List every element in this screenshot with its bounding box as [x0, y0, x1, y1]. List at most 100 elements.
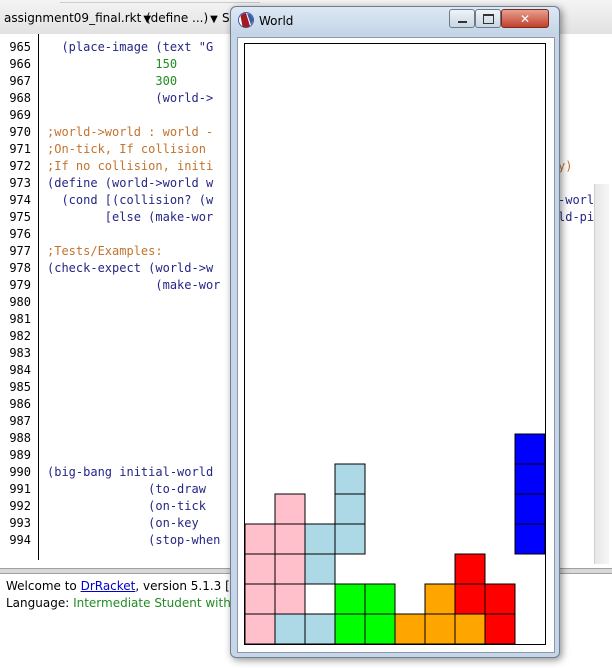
tetris-block-blue: [514, 523, 545, 555]
define-menu[interactable]: (define ...) ▼: [146, 11, 218, 25]
line-number: 988: [9, 431, 31, 445]
tetris-block-pink: [274, 523, 306, 555]
code-line: ;If no collision, initi: [47, 159, 214, 173]
tetris-block-pink: [245, 553, 276, 585]
maximize-icon: [482, 13, 494, 24]
line-number: 982: [9, 329, 31, 343]
chevron-down-icon: ▼: [210, 14, 218, 25]
tetris-block-lightblue: [274, 613, 306, 644]
tetris-block-red: [484, 613, 516, 644]
line-number: 969: [9, 108, 31, 122]
line-number: 965: [9, 40, 31, 54]
world-titlebar[interactable]: World ✕: [231, 7, 559, 35]
line-number: 976: [9, 227, 31, 241]
line-number: 989: [9, 448, 31, 462]
save-button-label: S: [222, 11, 230, 25]
tetris-block-blue: [514, 433, 545, 465]
tetris-block-lightblue: [334, 493, 366, 525]
tetris-block-red: [484, 583, 516, 615]
editor-scrollbar[interactable]: [594, 184, 609, 564]
gutter-divider: [38, 34, 39, 560]
code-line: (place-image (text "G: [47, 40, 214, 54]
tetris-block-pink: [274, 493, 306, 525]
line-number: 985: [9, 380, 31, 394]
file-tab-label: assignment09_final.rkt: [4, 11, 142, 25]
line-number: 994: [9, 533, 31, 547]
code-line: [else (make-wor: [47, 210, 214, 224]
tetris-canvas[interactable]: [244, 43, 546, 645]
code-fragment: y): [558, 159, 573, 173]
code-line: (stop-when: [47, 533, 221, 547]
code-line: (make-wor: [47, 278, 221, 292]
tetris-block-orange: [424, 613, 456, 644]
line-number: 983: [9, 346, 31, 360]
code-line: (to-draw: [47, 482, 206, 496]
save-button-partial[interactable]: S: [222, 11, 230, 25]
line-number: 968: [9, 91, 31, 105]
line-number: 993: [9, 516, 31, 530]
tetris-block-lightblue: [304, 553, 336, 585]
line-number: 966: [9, 57, 31, 71]
tetris-block-orange: [394, 613, 426, 644]
line-number: 977: [9, 244, 31, 258]
tetris-block-pink: [245, 523, 276, 555]
code-line: (on-key: [47, 516, 199, 530]
file-tab-menu[interactable]: assignment09_final.rkt ▼: [4, 11, 151, 25]
line-number: 980: [9, 295, 31, 309]
code-line: (define (world->world w: [47, 176, 214, 190]
line-number: 979: [9, 278, 31, 292]
welcome-message: Welcome to DrRacket, version 5.1.3 [3: [6, 579, 237, 593]
drracket-link[interactable]: DrRacket: [81, 579, 136, 593]
tetris-block-red: [454, 583, 486, 615]
tetris-block-green: [334, 583, 366, 615]
line-number: 972: [9, 159, 31, 173]
tetris-block-lightblue: [334, 463, 366, 495]
tetris-block-orange: [424, 583, 456, 615]
tetris-block-blue: [514, 463, 545, 495]
world-window: World ✕: [230, 6, 560, 658]
maximize-button[interactable]: [475, 9, 501, 28]
tetris-board: [245, 433, 545, 644]
language-label: Language:: [6, 596, 74, 610]
close-icon: ✕: [519, 11, 531, 26]
code-line: ;On-tick, If collision: [47, 142, 206, 156]
window-title: World: [259, 14, 294, 28]
define-menu-label: (define ...): [146, 11, 209, 25]
code-line: (big-bang initial-world: [47, 465, 214, 479]
tetris-block-orange: [454, 613, 486, 644]
world-content-frame: [237, 37, 555, 653]
line-number: 992: [9, 499, 31, 513]
line-number: 967: [9, 74, 31, 88]
minimize-button[interactable]: [449, 9, 475, 28]
line-number: 978: [9, 261, 31, 275]
code-line: (on-tick: [47, 499, 206, 513]
language-line: Language: Intermediate Student with la: [6, 596, 245, 610]
line-number: 981: [9, 312, 31, 326]
minimize-icon: [457, 21, 467, 23]
welcome-prefix: Welcome to: [6, 579, 81, 593]
tetris-block-lightblue: [304, 613, 336, 644]
code-line: ;world->world : world -: [47, 125, 214, 139]
tetris-block-lightblue: [304, 523, 336, 555]
line-number: 991: [9, 482, 31, 496]
line-number: 971: [9, 142, 31, 156]
toolbar-edge: [60, 0, 260, 3]
tetris-block-green: [334, 613, 366, 644]
tetris-block-red: [454, 553, 486, 585]
code-line: (check-expect (world->w: [47, 261, 214, 275]
code-line: (world->: [47, 91, 214, 105]
line-number: 987: [9, 414, 31, 428]
line-number: 973: [9, 176, 31, 190]
language-value: Intermediate Student with la: [73, 596, 246, 610]
tetris-block-lightblue: [334, 523, 366, 555]
line-number: 984: [9, 363, 31, 377]
racket-logo-icon: [238, 12, 254, 28]
tetris-block-pink: [274, 553, 306, 585]
code-line: (cond [(collision? (w: [47, 193, 214, 207]
line-number-gutter: 965 966 967 968 969 970 971 972 973 974 975 976 977 9…: [0, 34, 36, 560]
welcome-suffix: , version 5.1.3 [3: [135, 579, 238, 593]
close-button[interactable]: ✕: [501, 9, 549, 28]
tetris-block-green: [364, 583, 396, 615]
tetris-block-green: [364, 613, 396, 644]
line-number: 986: [9, 397, 31, 411]
